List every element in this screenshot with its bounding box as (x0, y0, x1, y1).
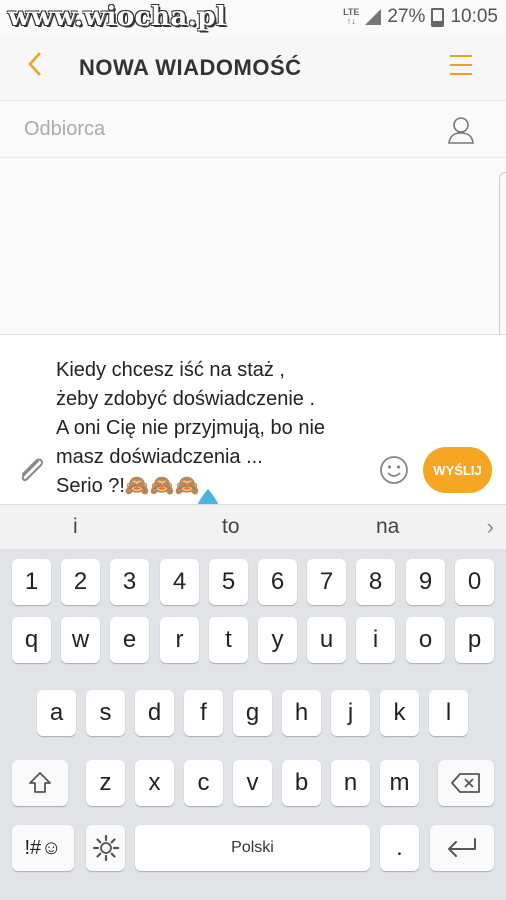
key-k[interactable]: k (380, 690, 419, 736)
key-3[interactable]: 3 (110, 559, 149, 605)
period-key[interactable]: . (380, 825, 419, 871)
chevron-left-icon (28, 52, 41, 76)
clock: 10:05 (450, 6, 498, 27)
key-a[interactable]: a (37, 690, 76, 736)
recipient-input[interactable] (22, 117, 406, 142)
watermark: www.wiocha.pl (8, 2, 227, 32)
key-m[interactable]: m (380, 760, 419, 806)
key-5[interactable]: 5 (209, 559, 248, 605)
suggestion-item[interactable]: i (73, 515, 78, 539)
symbols-key[interactable]: !#☺ (12, 825, 74, 871)
key-n[interactable]: n (331, 760, 370, 806)
emoji-icon[interactable] (379, 455, 409, 485)
key-g[interactable]: g (233, 690, 272, 736)
space-key[interactable]: Polski (135, 825, 370, 871)
suggestion-item[interactable]: na (376, 515, 399, 539)
send-button[interactable]: WYŚLIJ (423, 447, 492, 493)
conversation-area (0, 158, 506, 335)
key-d[interactable]: d (135, 690, 174, 736)
key-f[interactable]: f (184, 690, 223, 736)
key-o[interactable]: o (406, 617, 445, 663)
key-v[interactable]: v (233, 760, 272, 806)
status-bar: www.wiocha.pl LTE ↑↓ 27% 10:05 (0, 0, 506, 36)
key-u[interactable]: u (307, 617, 346, 663)
app-header: NOWA WIADOMOŚĆ (0, 36, 506, 101)
key-w[interactable]: w (61, 617, 100, 663)
status-icons: LTE ↑↓ 27% 10:05 (343, 6, 498, 28)
key-z[interactable]: z (86, 760, 125, 806)
shift-icon (29, 772, 51, 793)
key-b[interactable]: b (282, 760, 321, 806)
key-i[interactable]: i (356, 617, 395, 663)
signal-icon (365, 9, 382, 25)
backspace-icon (451, 773, 480, 793)
key-0[interactable]: 0 (455, 559, 494, 605)
recipient-bar (0, 101, 506, 158)
gear-icon (92, 834, 119, 862)
battery-percent: 27% (387, 6, 426, 27)
key-h[interactable]: h (282, 690, 321, 736)
key-r[interactable]: r (160, 617, 199, 663)
back-button[interactable] (26, 50, 44, 83)
key-p[interactable]: p (455, 617, 494, 663)
key-2[interactable]: 2 (61, 559, 100, 605)
scrollbar[interactable] (499, 172, 506, 342)
key-t[interactable]: t (209, 617, 248, 663)
hamburger-icon (450, 55, 472, 57)
key-c[interactable]: c (184, 760, 223, 806)
backspace-key[interactable] (438, 760, 494, 806)
chevron-right-icon[interactable]: › (487, 514, 494, 540)
paperclip-icon[interactable] (16, 453, 46, 485)
key-q[interactable]: q (12, 617, 51, 663)
menu-button[interactable] (450, 55, 472, 82)
enter-icon (448, 838, 476, 857)
key-s[interactable]: s (86, 690, 125, 736)
key-e[interactable]: e (110, 617, 149, 663)
shift-key[interactable] (12, 760, 68, 806)
key-7[interactable]: 7 (307, 559, 346, 605)
key-y[interactable]: y (258, 617, 297, 663)
key-j[interactable]: j (331, 690, 370, 736)
settings-key[interactable] (86, 825, 125, 871)
key-9[interactable]: 9 (406, 559, 445, 605)
message-input[interactable]: Kiedy chcesz iść na staż , żeby zdobyć d… (56, 356, 325, 501)
key-x[interactable]: x (135, 760, 174, 806)
lte-icon: LTE ↑↓ (343, 7, 360, 26)
enter-key[interactable] (430, 825, 494, 871)
compose-area: Kiedy chcesz iść na staż , żeby zdobyć d… (0, 335, 506, 503)
key-1[interactable]: 1 (12, 559, 51, 605)
key-l[interactable]: l (429, 690, 468, 736)
key-6[interactable]: 6 (258, 559, 297, 605)
contact-icon[interactable] (446, 115, 476, 145)
page-title: NOWA WIADOMOŚĆ (79, 55, 302, 80)
keyboard: 1 2 3 4 5 6 7 8 9 0 q w e r t y u i o p … (0, 549, 506, 900)
key-4[interactable]: 4 (160, 559, 199, 605)
suggestion-bar: i to na › (0, 504, 506, 549)
battery-icon (431, 7, 445, 27)
key-8[interactable]: 8 (356, 559, 395, 605)
suggestion-item[interactable]: to (222, 515, 240, 539)
